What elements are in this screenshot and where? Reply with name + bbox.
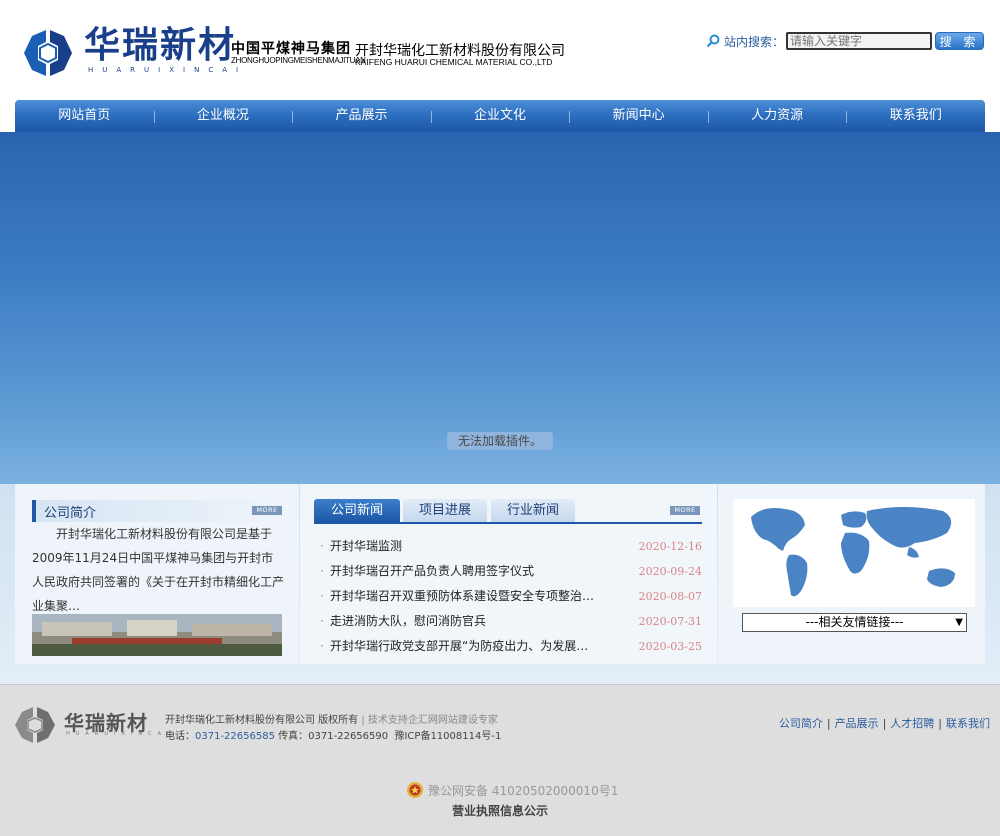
news-item[interactable]: · 开封华瑞召开双重预防体系建设暨安全专项整治… 2020-08-07 (318, 584, 702, 609)
footer-link-jobs[interactable]: 人才招聘 (890, 717, 934, 730)
plugin-error-message: 无法加载插件。 (447, 432, 553, 450)
nav-item-culture[interactable]: 企业文化 (430, 100, 570, 132)
friend-links-select[interactable]: ---相关友情链接--- ▼ (742, 613, 967, 632)
bullet-icon: · (320, 614, 324, 628)
links-panel: ---相关友情链接--- ▼ (718, 484, 985, 664)
news-item[interactable]: · 开封华瑞行政党支部开展“为防疫出力、为发展… 2020-03-25 (318, 634, 702, 659)
nav-item-contact[interactable]: 联系我们 (846, 100, 985, 132)
bullet-icon: · (320, 589, 324, 603)
nav-item-overview[interactable]: 企业概况 (153, 100, 293, 132)
about-title: 公司简介 (44, 506, 97, 521)
business-license-link[interactable]: 营业执照信息公示 (0, 802, 1000, 819)
about-header: 公司简介 MORE (32, 500, 282, 522)
icp-number[interactable]: 豫ICP备11008114号-1 (394, 731, 501, 742)
nav-item-products[interactable]: 产品展示 (292, 100, 431, 132)
about-panel: 公司简介 MORE 开封华瑞化工新材料股份有限公司是基于2009年11月24日中… (15, 484, 299, 664)
nav-item-home[interactable]: 网站首页 (15, 100, 154, 132)
bullet-icon: · (320, 564, 324, 578)
news-date: 2020-03-25 (638, 640, 702, 653)
footer-link-about[interactable]: 公司简介 (779, 717, 823, 730)
news-title[interactable]: 开封华瑞召开产品负责人聘用签字仪式 (330, 559, 600, 584)
search-label: 站内搜索： (723, 34, 784, 49)
nav-item-news[interactable]: 新闻中心 (569, 100, 708, 132)
tab-project-progress[interactable]: 项目进展 (403, 499, 487, 522)
company-logo-icon[interactable] (18, 28, 78, 78)
about-more-button[interactable]: MORE (252, 506, 282, 515)
news-title[interactable]: 开封华瑞监测 (330, 534, 600, 559)
footer-link-contact[interactable]: 联系我们 (946, 717, 990, 730)
news-date: 2020-07-31 (638, 615, 702, 628)
news-tabs: 公司新闻 项目进展 行业新闻 MORE (314, 499, 702, 524)
about-text: 开封华瑞化工新材料股份有限公司是基于2009年11月24日中国平煤神马集团与开封… (32, 527, 284, 613)
world-map-image (733, 499, 975, 607)
site-search: 站内搜索： 搜 索 (706, 32, 984, 50)
footer-copyright: 开封华瑞化工新材料股份有限公司 版权所有 | 技术支持企汇网网站建设专家 (165, 711, 498, 726)
nav-item-hr[interactable]: 人力资源 (707, 100, 847, 132)
phone-label: 电话： (165, 731, 195, 742)
news-item[interactable]: · 开封华瑞监测 2020-12-16 (318, 534, 702, 559)
news-title[interactable]: 开封华瑞召开双重预防体系建设暨安全专项整治… (330, 584, 600, 609)
chevron-down-icon: ▼ (955, 617, 963, 628)
news-date: 2020-09-24 (638, 565, 702, 578)
news-title[interactable]: 开封华瑞行政党支部开展“为防疫出力、为发展… (330, 634, 600, 659)
footer-links: 公司简介 | 产品展示 | 人才招聘 | 联系我们 (778, 717, 990, 730)
tab-industry-news[interactable]: 行业新闻 (491, 499, 575, 522)
content-strip: 公司简介 MORE 开封华瑞化工新材料股份有限公司是基于2009年11月24日中… (0, 484, 1000, 684)
footer-link-products[interactable]: 产品展示 (835, 717, 879, 730)
news-date: 2020-12-16 (638, 540, 702, 553)
tab-company-news[interactable]: 公司新闻 (314, 499, 400, 522)
footer-brand-pinyin: HUARUIXINCAI (66, 731, 175, 737)
group-pinyin: ZHONGHUOPINGMEISHENMAJITUAN (231, 56, 366, 65)
news-title[interactable]: 走进消防大队，慰问消防官兵 (330, 609, 600, 634)
phone-number: 0371-22656585 (195, 731, 275, 742)
company-name-en: KAIFENG HUARUI CHEMICAL MATERIAL CO.,LTD (355, 57, 553, 67)
news-item[interactable]: · 开封华瑞召开产品负责人聘用签字仪式 2020-09-24 (318, 559, 702, 584)
bullet-icon: · (320, 539, 324, 553)
news-panel: 公司新闻 项目进展 行业新闻 MORE · 开封华瑞监测 2020-12-16 · 开… (300, 484, 717, 664)
news-item[interactable]: · 走进消防大队，慰问消防官兵 2020-07-31 (318, 609, 702, 634)
main-nav: 网站首页 企业概况 产品展示 企业文化 新闻中心 人力资源 联系我们 (15, 100, 985, 132)
footer: 华瑞新材 HUARUIXINCAI 开封华瑞化工新材料股份有限公司 版权所有 |… (0, 684, 1000, 836)
news-list: · 开封华瑞监测 2020-12-16 · 开封华瑞召开产品负责人聘用签字仪式 2020… (318, 534, 702, 659)
police-badge-icon (407, 782, 423, 798)
banner: 无法加载插件。 (0, 132, 1000, 484)
brand-pinyin: HUARUIXINCAI (88, 66, 248, 74)
police-record[interactable]: 豫公网安备 41020502000010号1 (406, 781, 618, 799)
friend-links-value: ---相关友情链接--- (805, 615, 904, 629)
fax-label: 传真： (274, 731, 309, 742)
header: 华瑞新材 HUARUIXINCAI 中国平煤神马集团 ZHONGHUOPINGM… (0, 0, 1000, 100)
company-photo[interactable] (32, 614, 282, 656)
search-button[interactable]: 搜 索 (935, 32, 984, 50)
police-record-text[interactable]: 豫公网安备 41020502000010号1 (428, 782, 618, 799)
footer-logo-icon (15, 707, 55, 743)
bullet-icon: · (320, 639, 324, 653)
footer-contact: 电话：0371-22656585 传真：0371-22656590 豫ICP备1… (165, 727, 501, 742)
group-name: 中国平煤神马集团 (231, 41, 351, 57)
news-more-button[interactable]: MORE (670, 506, 700, 515)
copyright-text: 开封华瑞化工新材料股份有限公司 版权所有 (165, 715, 359, 726)
brand-name: 华瑞新材 (84, 25, 237, 66)
news-date: 2020-08-07 (638, 590, 702, 603)
fax-number: 0371-22656590 (308, 731, 389, 742)
search-icon (706, 34, 720, 48)
tech-support-link[interactable]: | 技术支持企汇网网站建设专家 (361, 715, 498, 726)
search-input[interactable] (786, 32, 932, 50)
